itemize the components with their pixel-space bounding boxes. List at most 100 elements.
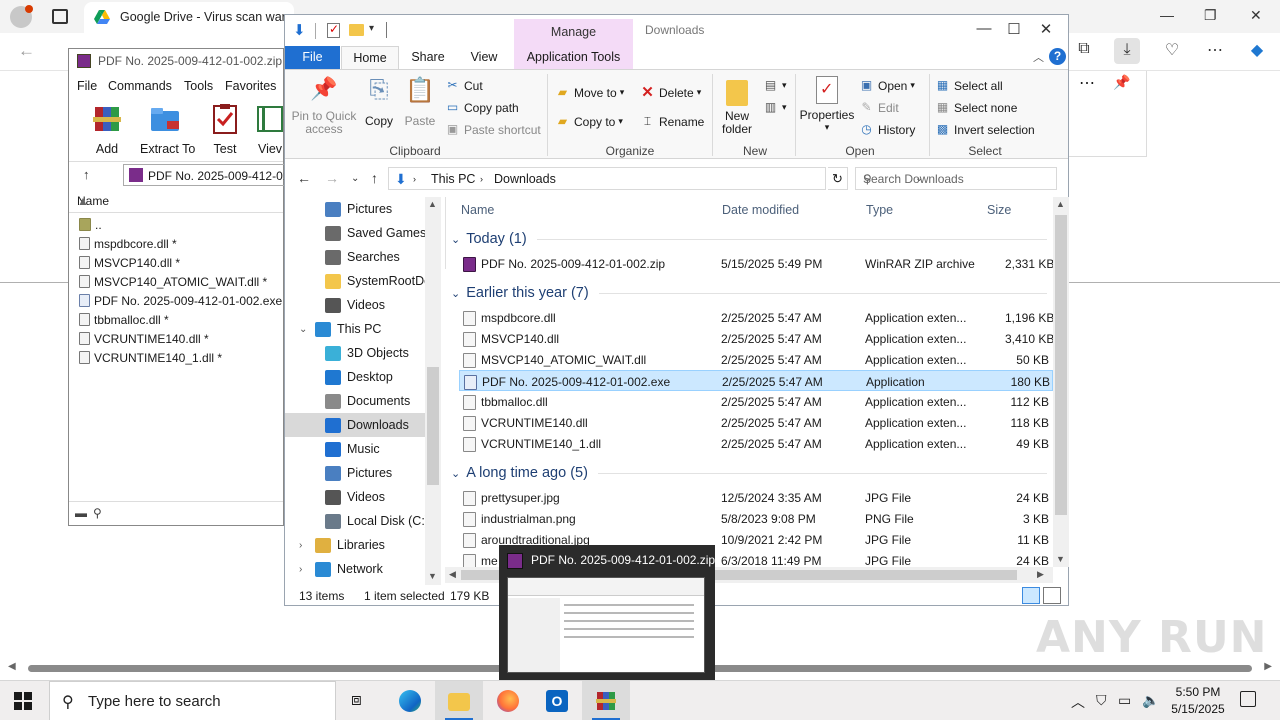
properties-button[interactable]: ✓ Properties ▾ — [799, 76, 855, 133]
nav-scroll-thumb[interactable] — [427, 367, 439, 485]
nav-item-desktop[interactable]: Desktop — [285, 365, 425, 389]
new-folder-quick-icon[interactable] — [349, 24, 364, 36]
windows-start-icon[interactable] — [14, 692, 32, 710]
tray-overflow-icon[interactable]: ︿ — [1071, 692, 1085, 712]
group-today[interactable]: ⌄ Today (1) — [451, 229, 1047, 249]
panel-more-icon[interactable]: ⋯ — [1079, 73, 1095, 93]
new-folder-button[interactable]: New folder — [717, 76, 757, 136]
profile-avatar[interactable] — [10, 5, 33, 28]
move-to-button[interactable]: ▰ Move to ▾ — [555, 85, 624, 100]
taskbar-clock[interactable]: 5:50 PM 5/15/2025 — [1168, 684, 1228, 718]
extract-to-button[interactable]: Extract To — [140, 103, 195, 156]
menu-file[interactable]: File — [77, 79, 97, 93]
delete-button[interactable]: ✕ Delete ▾ — [640, 85, 701, 100]
crumb-chevron-icon[interactable]: › — [480, 174, 483, 184]
history-button[interactable]: ◷ History — [859, 122, 915, 137]
select-none-button[interactable]: ▦ Select none — [935, 100, 1018, 115]
edit-button[interactable]: ✎ Edit — [859, 100, 898, 115]
taskbar-edge[interactable] — [386, 681, 434, 720]
tray-security-icon[interactable]: ⛉ — [1096, 692, 1107, 709]
scroll-left-icon[interactable]: ◀ — [449, 569, 456, 580]
nav-item-downloads[interactable]: Downloads — [285, 413, 425, 437]
collections-icon[interactable]: ⧉ — [1071, 40, 1097, 58]
nav-item-this-pc[interactable]: ⌄ This PC — [285, 317, 425, 341]
column-name[interactable]: Name — [461, 203, 494, 217]
maximize-icon[interactable]: ☐ — [999, 20, 1029, 38]
winrar-file-row[interactable]: MSVCP140_ATOMIC_WAIT.dll * — [75, 272, 285, 291]
column-separator[interactable] — [445, 245, 446, 269]
nav-item-libraries[interactable]: › Libraries — [285, 533, 425, 557]
close-icon[interactable]: ✕ — [1031, 20, 1061, 38]
nav-item-music[interactable]: Music — [285, 437, 425, 461]
nav-vertical-scrollbar[interactable]: ▲ ▼ — [425, 197, 441, 585]
nav-item-network[interactable]: › Network — [285, 557, 425, 581]
new-item-button[interactable]: ▤ ▾ — [763, 78, 787, 93]
nav-item-local-disk-c[interactable]: Local Disk (C:) — [285, 509, 429, 533]
taskbar-file-explorer[interactable] — [435, 681, 483, 720]
column-type[interactable]: Type — [866, 203, 893, 217]
menu-tools[interactable]: Tools — [184, 79, 213, 93]
nav-item-systemrootdo[interactable]: SystemRootDo — [285, 269, 431, 293]
column-separator[interactable] — [445, 221, 446, 245]
select-all-button[interactable]: ▦ Select all — [935, 78, 1003, 93]
nav-item-saved-games[interactable]: Saved Games — [285, 221, 426, 245]
group-earlier-this-year[interactable]: ⌄ Earlier this year (7) — [451, 283, 1047, 303]
taskbar-outlook[interactable]: O — [533, 681, 581, 720]
copy-to-button[interactable]: ▰ Copy to ▾ — [555, 114, 623, 129]
group-long-time-ago[interactable]: ⌄ A long time ago (5) — [451, 463, 1047, 483]
cut-button[interactable]: ✂ Cut — [445, 78, 482, 93]
file-row[interactable]: prettysuper.jpg 12/5/2024 3:35 AM JPG File… — [459, 487, 1053, 508]
forward-icon[interactable]: → — [325, 170, 339, 186]
paste-shortcut-button[interactable]: ▣ Paste shortcut — [445, 122, 541, 137]
chevron-down-icon[interactable]: ⌄ — [299, 324, 307, 335]
file-row[interactable]: tbbmalloc.dll 2/25/2025 5:47 AM Applicatio… — [459, 391, 1053, 412]
menu-commands[interactable]: Commands — [108, 79, 172, 93]
taskbar-firefox[interactable] — [484, 681, 532, 720]
file-row[interactable]: PDF No. 2025-009-412-01-002.exe 2/25/2025… — [459, 370, 1053, 391]
chevron-down-icon[interactable]: ⌄ — [451, 233, 460, 246]
back-arrow-icon[interactable]: ← — [18, 41, 35, 61]
properties-quick-icon[interactable] — [327, 22, 340, 38]
tab-actions-icon[interactable] — [52, 9, 68, 24]
customize-quick-access-icon[interactable]: ▾ — [369, 23, 374, 34]
nav-item-videos[interactable]: Videos — [285, 485, 425, 509]
chevron-right-icon[interactable]: › — [299, 564, 302, 575]
paste-button[interactable]: 📋 Paste — [402, 76, 438, 128]
details-view-icon[interactable] — [1022, 587, 1040, 604]
settings-more-icon[interactable]: ⋯ — [1202, 40, 1228, 60]
chevron-down-icon[interactable]: ⌄ — [451, 467, 460, 480]
back-icon[interactable]: ← — [297, 170, 311, 186]
chevron-right-icon[interactable]: › — [299, 540, 302, 551]
winrar-list-header[interactable]: Name ▲ — [69, 189, 283, 213]
collapse-ribbon-icon[interactable]: ︿ — [1033, 49, 1044, 65]
files-scroll-thumb[interactable] — [1055, 215, 1067, 515]
minimize-icon[interactable]: — — [969, 20, 999, 37]
file-row[interactable]: PDF No. 2025-009-412-01-002.zip 5/15/2025… — [459, 253, 1054, 274]
task-view-button[interactable]: ⧈ — [336, 681, 384, 720]
file-row[interactable]: MSVCP140_ATOMIC_WAIT.dll 2/25/2025 5:47 A… — [459, 349, 1053, 370]
minimize-icon[interactable]: — — [1160, 7, 1174, 23]
nav-item-videos[interactable]: Videos — [285, 293, 425, 317]
nav-item-searches[interactable]: Searches — [285, 245, 425, 269]
network-tray-icon[interactable]: ▭ — [1118, 692, 1131, 709]
crumb-downloads[interactable]: Downloads — [494, 172, 556, 186]
column-size[interactable]: Size — [987, 203, 1011, 217]
winrar-file-row[interactable]: tbbmalloc.dll * — [75, 310, 285, 329]
scroll-down-icon[interactable]: ▼ — [428, 571, 437, 581]
scroll-right-icon[interactable]: ▶ — [1037, 569, 1044, 580]
scroll-left-icon[interactable]: ◀ — [8, 661, 16, 672]
taskbar-search-box[interactable]: ⚲ Type here to search — [49, 681, 336, 720]
file-row[interactable]: mspdbcore.dll 2/25/2025 5:47 AM Applicatio… — [459, 307, 1054, 328]
add-button[interactable]: Add — [82, 103, 132, 156]
tab-home[interactable]: Home — [341, 46, 399, 69]
column-date-modified[interactable]: Date modified — [722, 203, 799, 217]
tab-file[interactable]: File — [285, 46, 340, 69]
volume-icon[interactable]: 🔈 — [1142, 692, 1159, 709]
menu-favorites[interactable]: Favorites — [225, 79, 276, 93]
recent-locations-icon[interactable]: ⌄ — [351, 173, 359, 184]
downloads-icon[interactable]: ⤓ — [1114, 38, 1140, 64]
winrar-file-row[interactable]: VCRUNTIME140.dll * — [75, 329, 285, 348]
invert-selection-button[interactable]: ▩ Invert selection — [935, 122, 1035, 137]
tab-application-tools[interactable]: Application Tools — [514, 46, 633, 69]
browser-tab-active[interactable]: Google Drive - Virus scan warni — [84, 2, 294, 33]
